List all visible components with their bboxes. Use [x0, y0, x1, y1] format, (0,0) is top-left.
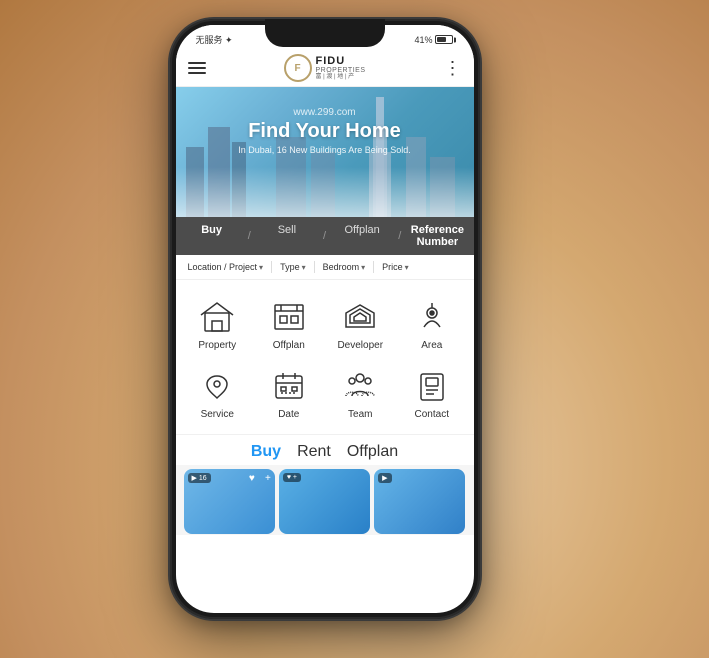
listing-card-1[interactable]: ▶ 16 ♥ + — [184, 469, 275, 534]
logo-circle-text: F — [294, 63, 300, 74]
listing-card-3[interactable]: ▶ — [374, 469, 465, 534]
card-heart-1: ♥ — [249, 473, 255, 484]
bottom-cards: ▶ 16 ♥ + ♥ + ▶ — [176, 465, 474, 535]
logo-circle: F — [284, 54, 312, 82]
prop-tab-rent[interactable]: Rent — [297, 443, 331, 461]
filter-divider-2 — [314, 261, 315, 273]
prop-tab-offplan[interactable]: Offplan — [347, 443, 398, 461]
card-badge-3: ▶ — [378, 473, 391, 483]
icon-item-contact[interactable]: Contact — [398, 361, 466, 426]
nav-bar: F FIDU PROPERTIES 富 | 渡 | 地 | 产 ⋮ — [176, 50, 474, 87]
contact-icon — [413, 367, 451, 405]
search-tabs: Buy / Sell / Offplan / Reference Number — [176, 217, 474, 255]
logo-sub: PROPERTIES — [316, 67, 366, 74]
filter-bedroom-arrow: ▾ — [361, 263, 365, 272]
icon-item-property[interactable]: Property — [184, 292, 252, 357]
filter-bedroom[interactable]: Bedroom ▾ — [319, 260, 370, 274]
service-icon — [198, 367, 236, 405]
contact-label: Contact — [415, 409, 449, 420]
filter-location-label: Location / Project — [188, 262, 258, 272]
filter-divider-1 — [271, 261, 272, 273]
more-options-icon[interactable]: ⋮ — [444, 58, 462, 79]
icon-item-area[interactable]: Area — [398, 292, 466, 357]
battery-percent: 41% — [414, 35, 432, 45]
icons-grid: Property Offplan — [176, 280, 474, 434]
team-label: Team — [348, 409, 372, 420]
logo-text-block: FIDU PROPERTIES 富 | 渡 | 地 | 产 — [316, 56, 366, 80]
hero-text-block: www.299.com Find Your Home In Dubai, 16 … — [176, 107, 474, 155]
status-signal: 无服务 ✦ — [196, 33, 233, 46]
icon-item-service[interactable]: Service — [184, 361, 252, 426]
phone-notch — [265, 19, 385, 47]
logo-chinese: 富 | 渡 | 地 | 产 — [316, 74, 366, 80]
brand-logo: F FIDU PROPERTIES 富 | 渡 | 地 | 产 — [284, 54, 366, 82]
filter-location-arrow: ▾ — [259, 263, 263, 272]
battery-fill — [437, 37, 446, 42]
status-battery-area: 41% — [414, 35, 453, 45]
property-label: Property — [198, 340, 236, 351]
filter-price-arrow: ▾ — [405, 263, 409, 272]
team-icon — [341, 367, 379, 405]
developer-label: Developer — [337, 340, 383, 351]
card-badge-2: ♥ + — [283, 473, 301, 482]
filter-price[interactable]: Price ▾ — [378, 260, 413, 274]
tab-reference-number[interactable]: Reference Number — [401, 217, 473, 255]
date-label: Date — [278, 409, 299, 420]
phone-device: 无服务 ✦ 09:08 41% F — [170, 19, 480, 619]
developer-icon — [341, 298, 379, 336]
phone-screen: 无服务 ✦ 09:08 41% F — [176, 25, 474, 613]
area-label: Area — [421, 340, 442, 351]
icon-item-team[interactable]: Team — [327, 361, 395, 426]
listing-card-2[interactable]: ♥ + — [279, 469, 370, 534]
icon-item-offplan[interactable]: Offplan — [255, 292, 323, 357]
prop-tab-buy[interactable]: Buy — [251, 443, 281, 461]
filter-type-label: Type — [280, 262, 300, 272]
battery-icon — [435, 35, 453, 44]
area-icon — [413, 298, 451, 336]
tab-buy[interactable]: Buy — [176, 217, 248, 255]
offplan-icon — [270, 298, 308, 336]
card-badge-1: ▶ 16 — [188, 473, 211, 483]
filter-bar: Location / Project ▾ Type ▾ Bedroom ▾ Pr… — [176, 255, 474, 280]
date-icon — [270, 367, 308, 405]
tab-sell[interactable]: Sell — [251, 217, 323, 255]
hero-title: Find Your Home — [176, 120, 474, 143]
filter-bedroom-label: Bedroom — [323, 262, 360, 272]
hero-watermark: www.299.com — [176, 107, 474, 118]
service-label: Service — [201, 409, 234, 420]
property-icon — [198, 298, 236, 336]
filter-divider-3 — [373, 261, 374, 273]
card-plus-1: + — [265, 473, 271, 484]
filter-location[interactable]: Location / Project ▾ — [184, 260, 268, 274]
filter-price-label: Price — [382, 262, 403, 272]
icon-item-developer[interactable]: Developer — [327, 292, 395, 357]
logo-main: FIDU — [316, 56, 366, 67]
scene: 无服务 ✦ 09:08 41% F — [0, 0, 709, 658]
filter-type-arrow: ▾ — [302, 263, 306, 272]
filter-type[interactable]: Type ▾ — [276, 260, 310, 274]
hero-subtitle: In Dubai, 16 New Buildings Are Being Sol… — [176, 145, 474, 155]
hero-section: www.299.com Find Your Home In Dubai, 16 … — [176, 87, 474, 217]
property-tabs: Buy Rent Offplan — [176, 434, 474, 465]
menu-icon[interactable] — [188, 62, 206, 74]
tab-offplan[interactable]: Offplan — [326, 217, 398, 255]
icon-item-date[interactable]: Date — [255, 361, 323, 426]
offplan-label: Offplan — [273, 340, 305, 351]
